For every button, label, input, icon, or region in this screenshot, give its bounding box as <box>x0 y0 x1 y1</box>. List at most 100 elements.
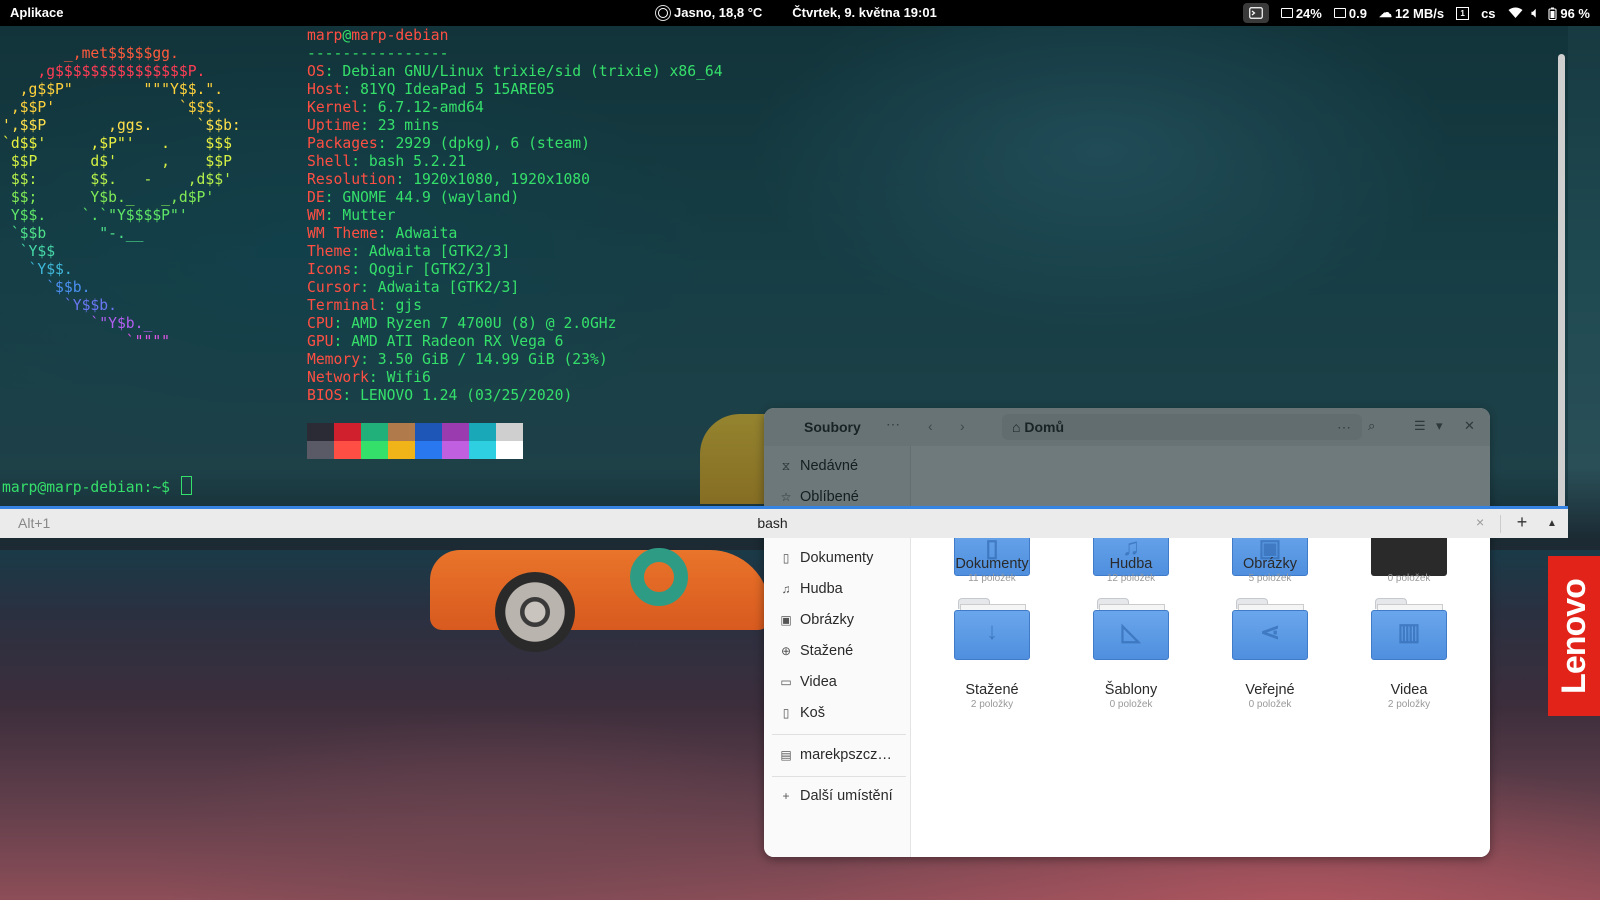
battery-icon <box>1548 7 1557 20</box>
ascii-line: Y$$. `.`"Y$$$$P"' <box>2 207 188 224</box>
folder-pictures[interactable]: Obrázky 5 položek <box>1215 556 1325 584</box>
folder-public[interactable]: Veřejné 0 položek <box>1215 682 1325 710</box>
download-icon: ⊕ <box>780 644 792 658</box>
new-tab-button[interactable]: + <box>1510 511 1534 535</box>
folder-videos-icon[interactable]: ▥ <box>1371 598 1447 660</box>
cpu-indicator[interactable]: 24% <box>1280 6 1322 21</box>
ascii-line: ,g$$P" """Y$$.". <box>2 81 224 98</box>
folder-downloads-icon[interactable]: ↓ <box>954 598 1030 660</box>
palette-swatch <box>442 423 469 441</box>
folder-templates[interactable]: Šablony 0 položek <box>1076 682 1186 710</box>
info-row: BIOS: LENOVO 1.24 (03/25/2020) <box>307 387 573 404</box>
info-row: OS: Debian GNU/Linux trixie/sid (trixie)… <box>307 63 723 80</box>
ruler-triangle-icon: ◺ <box>1121 619 1141 646</box>
ascii-line: ',$$P ,ggs. `$$b: <box>2 117 241 134</box>
palette-swatch <box>469 423 496 441</box>
folder-videos[interactable]: Videa 2 položky <box>1354 682 1464 710</box>
activities-button[interactable]: Aplikace <box>10 5 63 20</box>
info-row: DE: GNOME 44.9 (wayland) <box>307 189 520 206</box>
info-row: Terminal: gjs <box>307 297 422 314</box>
folder-music[interactable]: Hudba 12 položek <box>1076 556 1186 584</box>
ascii-line: `d$$' ,$P"' . $$$ <box>2 135 232 152</box>
sidebar-item-documents[interactable]: ▯ Dokumenty <box>780 550 874 566</box>
ascii-line: `$$b "-.__ <box>2 225 144 242</box>
sun-icon <box>658 7 668 18</box>
cpu-icon <box>1280 8 1293 18</box>
tab-bash[interactable]: bash <box>0 515 1545 531</box>
wallpaper-car-wheel <box>495 572 575 652</box>
neofetch-info: marp@marp-debian ---------------- OS: De… <box>307 27 723 405</box>
film-icon: ▥ <box>1397 619 1421 646</box>
info-row: Packages: 2929 (dpkg), 6 (steam) <box>307 135 590 152</box>
info-row: Shell: bash 5.2.21 <box>307 153 467 170</box>
palette-swatch <box>361 441 388 459</box>
debian-ascii-logo: _,met$$$$$gg. ,g$$$$$$$$$$$$$$$P. ,g$$P"… <box>2 45 241 351</box>
text-cursor <box>180 476 192 495</box>
lenovo-logo: Lenovo <box>1548 556 1600 716</box>
palette-swatch <box>442 441 469 459</box>
workspace-indicator[interactable]: 1 <box>1456 6 1470 20</box>
video-icon: ▭ <box>780 675 792 689</box>
volume-icon: 🔈︎ <box>1531 5 1540 20</box>
trash-icon: ▯ <box>782 706 790 720</box>
sidebar-item-downloads[interactable]: ⊕ Stažené <box>780 643 853 659</box>
system-menu[interactable]: 🔈︎ 96 % <box>1508 5 1590 21</box>
share-icon: ⋖ <box>1259 619 1281 646</box>
palette-swatch <box>361 423 388 441</box>
cloud-icon: ☁ <box>1378 5 1392 20</box>
terminal-scrollbar[interactable] <box>1558 54 1565 526</box>
folder-public-icon[interactable]: ⋖ <box>1232 598 1308 660</box>
palette-swatch <box>496 423 523 441</box>
sidebar-item-videos[interactable]: ▭ Videa <box>780 674 837 690</box>
sidebar-item-music[interactable]: ♫ Hudba <box>780 581 843 597</box>
info-row: Memory: 3.50 GiB / 14.99 GiB (23%) <box>307 351 608 368</box>
terminal-indicator-icon[interactable] <box>1242 3 1269 23</box>
drive-icon: ▤ <box>780 748 792 762</box>
terminal-tab-bar: Alt+1 bash × + ▲ <box>0 506 1568 538</box>
network-speed-indicator[interactable]: ☁ 12 MB/s <box>1379 5 1444 21</box>
info-row: Network: Wifi6 <box>307 369 431 386</box>
info-row: Icons: Qogir [GTK2/3] <box>307 261 493 278</box>
info-row: Kernel: 6.7.12-amd64 <box>307 99 484 116</box>
weather-indicator[interactable]: Jasno, 18,8 °C <box>658 5 762 20</box>
ascii-line: `Y$$ <box>2 243 56 260</box>
ascii-line: `$$b. <box>2 279 91 296</box>
ascii-line: $$P d$' , $$P <box>2 153 232 170</box>
ascii-line: $$; Y$b._ _,d$P' <box>2 189 215 206</box>
info-row: Host: 81YQ IdeaPad 5 15ARE05 <box>307 81 555 98</box>
terminal-window[interactable]: _,met$$$$$gg. ,g$$$$$$$$$$$$$$$P. ,g$$P"… <box>0 26 1568 526</box>
shell-prompt[interactable]: marp@marp-debian:~$ <box>2 476 192 497</box>
info-header: marp@marp-debian <box>307 27 449 44</box>
wifi-icon <box>1508 7 1523 18</box>
sidebar-item-pictures[interactable]: ▣ Obrázky <box>780 612 854 628</box>
load-indicator[interactable]: 0.9 <box>1333 6 1367 21</box>
close-tab-icon[interactable]: × <box>1476 514 1484 530</box>
palette-swatch <box>415 423 442 441</box>
keyboard-layout-indicator[interactable]: cs <box>1481 6 1495 21</box>
sidebar-item-network-drive[interactable]: ▤ marekpszcz… <box>780 747 892 763</box>
download-arrow-icon: ↓ <box>986 618 998 645</box>
folder-documents[interactable]: Dokumenty 11 položek <box>937 556 1047 584</box>
palette-swatch <box>415 441 442 459</box>
status-area: 24% 0.9 ☁ 12 MB/s 1 cs 🔈︎ 96 % <box>1242 3 1590 23</box>
sidebar-separator <box>772 734 906 735</box>
info-row: Cursor: Adwaita [GTK2/3] <box>307 279 520 296</box>
hide-terminal-button[interactable]: ▲ <box>1540 513 1564 535</box>
clock-area[interactable]: Jasno, 18,8 °C Čtvrtek, 9. května 19:01 <box>658 5 937 20</box>
folder-templates-icon[interactable]: ◺ <box>1093 598 1169 660</box>
sidebar-item-other-locations[interactable]: + Další umístění <box>780 788 892 804</box>
palette-swatch <box>469 441 496 459</box>
folder-desktop[interactable]: Plocha 0 položek <box>1354 556 1464 584</box>
tab-separator <box>1500 515 1501 533</box>
picture-icon: ▣ <box>780 613 792 627</box>
palette-swatch <box>388 423 415 441</box>
folder-downloads[interactable]: Stažené 2 položky <box>937 682 1047 710</box>
color-palette <box>307 423 523 459</box>
date-time[interactable]: Čtvrtek, 9. května 19:01 <box>792 5 937 20</box>
ascii-line: `"""" <box>2 333 171 350</box>
palette-swatch <box>334 423 361 441</box>
sidebar-item-trash[interactable]: ▯ Koš <box>780 705 825 721</box>
ascii-line: ,g$$$$$$$$$$$$$$$P. <box>2 63 206 80</box>
wallpaper-car-body <box>430 550 770 630</box>
ascii-line: `"Y$b._ <box>2 315 153 332</box>
